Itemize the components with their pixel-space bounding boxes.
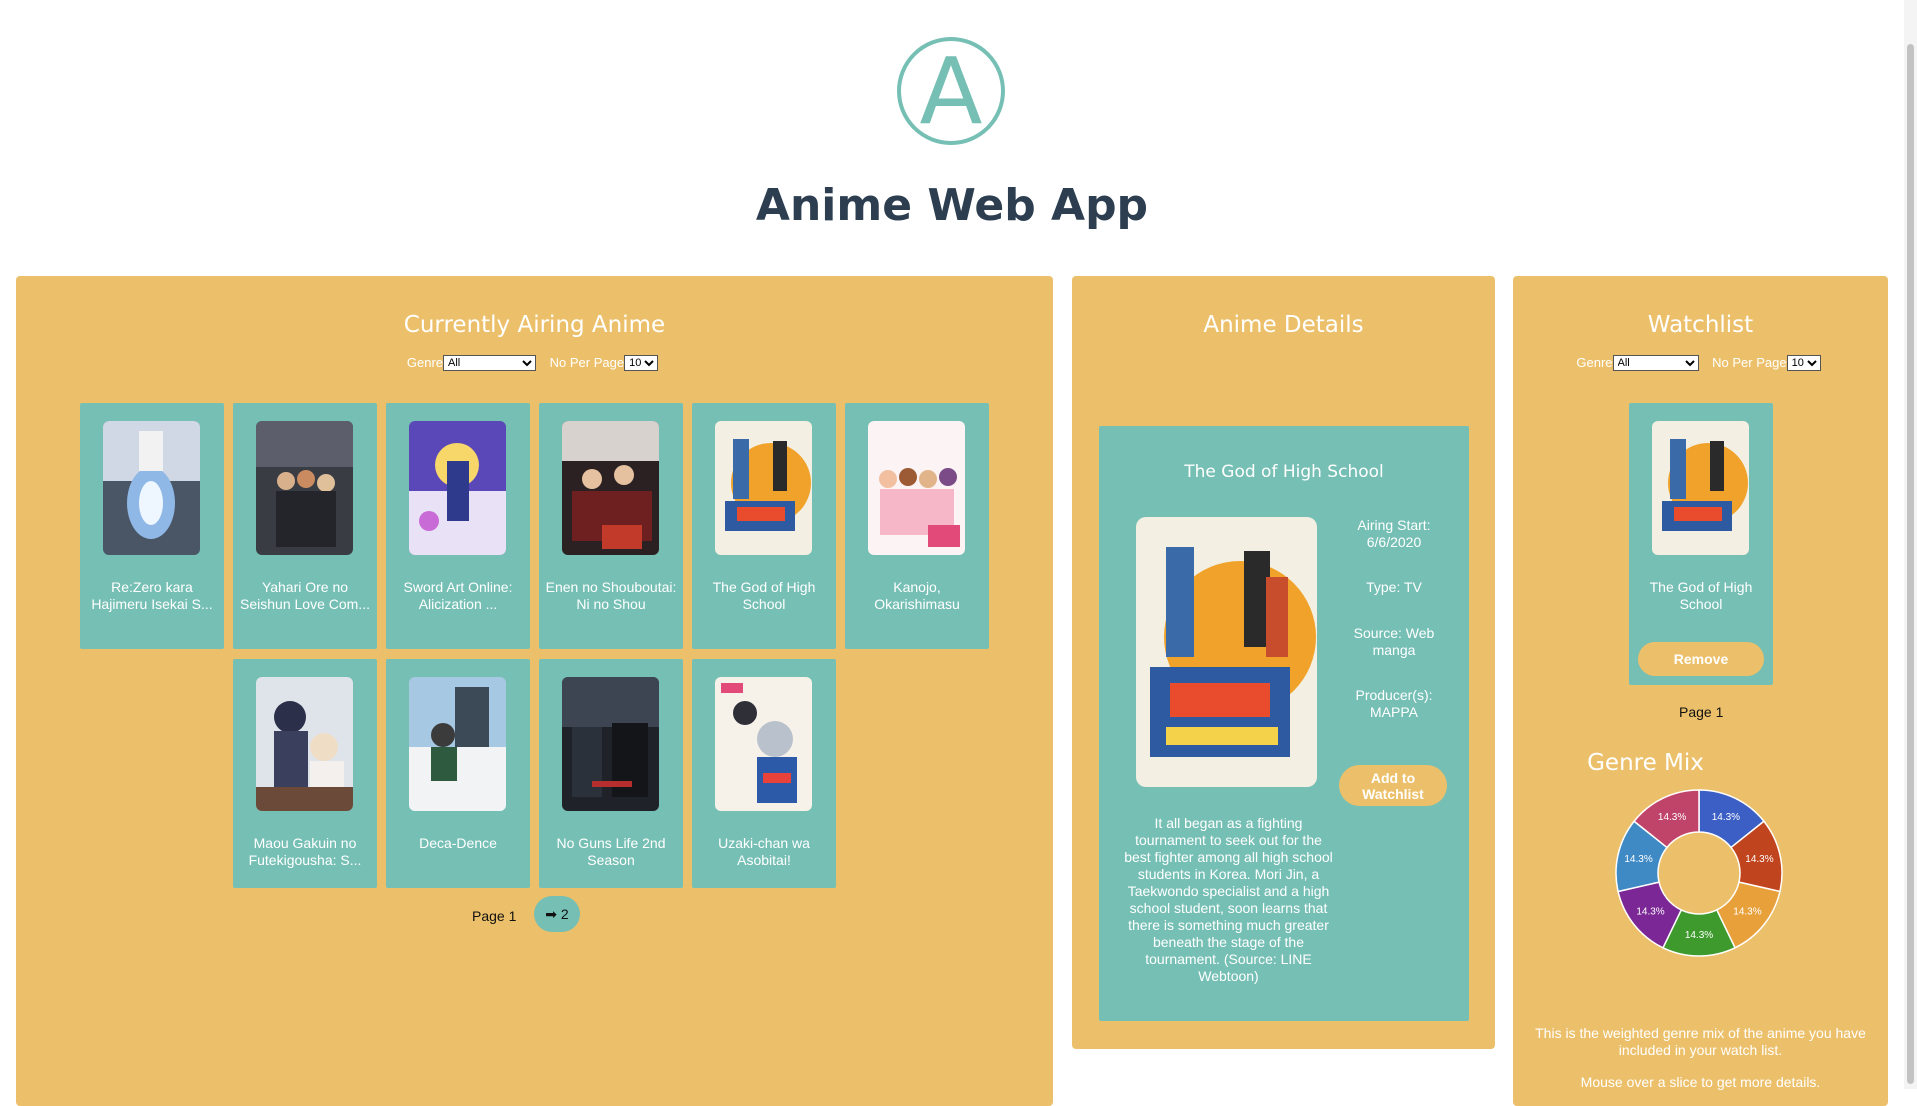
- anime-card-title: The God of High School: [712, 579, 816, 612]
- genre-mix-chart: 14.3% 14.3% 14.3% 14.3% 14.3% 14.3% 14.3%: [1615, 789, 1783, 957]
- next-page-button[interactable]: ➡ 2: [534, 896, 580, 932]
- watchlist-per-page-label: No Per Page: [1712, 355, 1787, 371]
- anime-card-title: Enen no Shouboutai: Ni no Shou: [545, 579, 677, 612]
- anime-card[interactable]: Uzaki-chan wa Asobitai!: [692, 659, 836, 888]
- anime-poster[interactable]: [409, 677, 506, 811]
- anime-card[interactable]: Sword Art Online: Alicization ...: [386, 403, 530, 649]
- airing-panel-title: Currently Airing Anime: [403, 312, 666, 338]
- anime-card-title: Sword Art Online: Alicization ...: [403, 579, 513, 612]
- anime-poster[interactable]: [256, 421, 353, 555]
- logo-letter: A: [920, 38, 983, 145]
- anime-card-title: Deca-Dence: [419, 835, 497, 851]
- app-logo: A: [897, 37, 1005, 145]
- watchlist-panel-title: Watchlist: [1647, 312, 1754, 338]
- genre-slice-label: 14.3%: [1712, 812, 1740, 823]
- airing-page-indicator: Page 1: [472, 908, 517, 924]
- detail-poster: [1136, 517, 1317, 787]
- watchlist-genre-select[interactable]: All: [1612, 354, 1699, 371]
- genre-slice-label: 14.3%: [1685, 930, 1713, 941]
- anime-card-title: Kanojo, Okarishimasu: [874, 579, 960, 612]
- per-page-select[interactable]: 10: [624, 354, 659, 371]
- detail-producers: Producer(s): MAPPA: [1355, 687, 1433, 720]
- genre-slice-label: 14.3%: [1745, 854, 1773, 865]
- airing-filters: Genre All No Per Page 10: [16, 354, 1053, 371]
- genre-mix-description: This is the weighted genre mix of the an…: [1535, 1025, 1866, 1058]
- add-to-watchlist-button[interactable]: Add to Watchlist: [1339, 765, 1447, 806]
- anime-card[interactable]: Deca-Dence: [386, 659, 530, 888]
- details-panel-title: Anime Details: [1203, 312, 1364, 338]
- anime-card-title: No Guns Life 2nd Season: [556, 835, 666, 868]
- anime-card[interactable]: No Guns Life 2nd Season: [539, 659, 683, 888]
- anime-card[interactable]: Kanojo, Okarishimasu: [845, 403, 989, 649]
- anime-card-title: Maou Gakuin no Futekigousha: S...: [248, 835, 362, 868]
- detail-airing-start: Airing Start: 6/6/2020: [1357, 517, 1431, 550]
- watchlist-item-poster[interactable]: [1652, 421, 1749, 555]
- anime-card[interactable]: Re:Zero kara Hajimeru Isekai S...: [80, 403, 224, 649]
- page-scrollbar[interactable]: [1904, 0, 1917, 1089]
- anime-card[interactable]: The God of High School: [692, 403, 836, 649]
- watchlist-panel: Watchlist Genre All No Per Page 10 The God…: [1513, 276, 1888, 1106]
- anime-card-title: Yahari Ore no Seishun Love Com...: [240, 579, 370, 612]
- anime-poster[interactable]: [103, 421, 200, 555]
- genre-slice-label: 14.3%: [1733, 907, 1761, 918]
- watchlist-genre-label: Genre: [1576, 355, 1613, 371]
- anime-poster[interactable]: [868, 421, 965, 555]
- anime-card-title: Uzaki-chan wa Asobitai!: [718, 835, 810, 868]
- anime-poster[interactable]: [562, 421, 659, 555]
- page-scrollbar-thumb[interactable]: [1907, 44, 1914, 1084]
- detail-synopsis: It all began as a fighting tournament to…: [1124, 815, 1333, 984]
- airing-panel: Currently Airing Anime Genre All No Per P…: [16, 276, 1053, 1106]
- remove-button[interactable]: Remove: [1638, 642, 1764, 676]
- watchlist-filters: Genre All No Per Page 10: [1513, 354, 1888, 371]
- detail-type: Type: TV: [1366, 579, 1422, 595]
- anime-poster[interactable]: [409, 421, 506, 555]
- genre-mix-hint: Mouse over a slice to get more details.: [1580, 1074, 1821, 1090]
- watchlist-per-page-select[interactable]: 10: [1786, 354, 1821, 371]
- genre-slice-label: 14.3%: [1624, 854, 1652, 865]
- watchlist-item-title: The God of High School: [1649, 579, 1753, 612]
- detail-anime-title: The God of High School: [1184, 462, 1384, 482]
- genre-filter-select[interactable]: All: [443, 354, 537, 371]
- detail-card: The God of High School Airing Start: 6/6…: [1099, 426, 1469, 1021]
- anime-card[interactable]: Maou Gakuin no Futekigousha: S...: [233, 659, 377, 888]
- anime-card-title: Re:Zero kara Hajimeru Isekai S...: [91, 579, 213, 612]
- anime-card[interactable]: Yahari Ore no Seishun Love Com...: [233, 403, 377, 649]
- per-page-label: No Per Page: [549, 355, 625, 371]
- anime-poster[interactable]: [256, 677, 353, 811]
- watchlist-item[interactable]: The God of High School Remove: [1629, 403, 1773, 685]
- watchlist-page-indicator: Page 1: [1679, 704, 1724, 720]
- detail-source: Source: Web manga: [1353, 625, 1435, 658]
- genre-slice-label: 14.3%: [1636, 907, 1664, 918]
- details-panel: Anime Details The God of High School Air…: [1072, 276, 1495, 1049]
- genre-slice-label: 14.3%: [1658, 812, 1686, 823]
- anime-card[interactable]: Enen no Shouboutai: Ni no Shou: [539, 403, 683, 649]
- anime-poster[interactable]: [562, 677, 659, 811]
- anime-poster[interactable]: [715, 677, 812, 811]
- genre-filter-label: Genre: [406, 355, 444, 371]
- page-title: Anime Web App: [755, 180, 1149, 231]
- genre-mix-title: Genre Mix: [1587, 750, 1704, 776]
- anime-poster[interactable]: [715, 421, 812, 555]
